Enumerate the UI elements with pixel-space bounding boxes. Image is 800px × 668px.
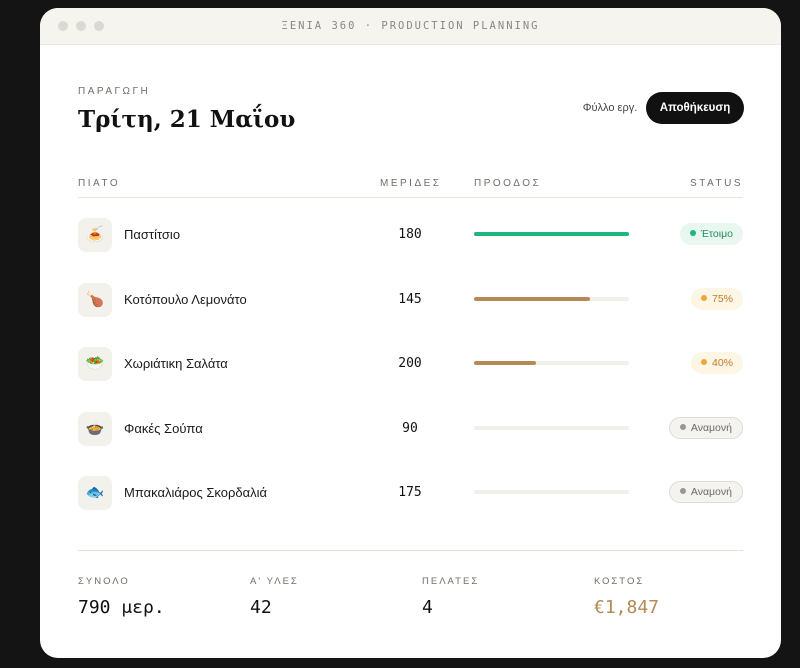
- status-dot-icon: [689, 230, 696, 236]
- table-row[interactable]: 🍝 Παστίτσιο 180 Έτοιμο: [78, 203, 743, 267]
- chicken-leg-icon: 🍗: [78, 282, 112, 317]
- status-label: 75%: [711, 292, 733, 305]
- progress-bar: [474, 361, 629, 365]
- status-badge: Έτοιμο: [679, 223, 743, 245]
- column-header-status: STATUS: [690, 178, 743, 189]
- pastitsio-icon: 🍝: [78, 218, 112, 252]
- materials-label: Α' ΥΛΕΣ: [250, 576, 299, 587]
- dish-name: Μπακαλιάρος Σκορδαλιά: [124, 485, 268, 500]
- status-dot-icon: [700, 359, 707, 365]
- total-label: ΣΥΝΟΛΟ: [78, 576, 130, 587]
- dish-name: Παστίτσιο: [124, 227, 181, 242]
- progress-bar: [474, 425, 629, 430]
- table-row[interactable]: 🥗 Χωριάτικη Σαλάτα 200 40%: [78, 332, 743, 396]
- progress-fill: [474, 296, 591, 301]
- status-label: Έτοιμο: [700, 228, 733, 240]
- status-badge: Αναμονή: [668, 416, 743, 439]
- table-row[interactable]: 🍲 Φακές Σούπα 90 Αναμονή: [78, 397, 743, 461]
- column-header-progress: ΠΡΟΟΔΟΣ: [474, 178, 542, 189]
- summary-divider: [78, 550, 743, 551]
- status-badge: 40%: [690, 352, 743, 374]
- status-badge: Αναμονή: [668, 481, 743, 503]
- app-window: ΞΕΝΙΑ 360 · PRODUCTION PLANNING ΠΑΡΑΓΩΓΗ…: [40, 8, 781, 658]
- column-header-dish: ΠΙΑΤΟ: [78, 178, 121, 189]
- soup-bowl-icon: 🍲: [78, 411, 112, 446]
- progress-fill: [474, 232, 629, 236]
- status-label: Αναμονή: [690, 421, 732, 434]
- total-value: 790 μερ.: [78, 597, 165, 618]
- portions-value: 180: [398, 227, 422, 242]
- portions-value: 90: [402, 420, 418, 436]
- portions-value: 145: [398, 291, 422, 307]
- status-label: 40%: [711, 357, 733, 369]
- clients-value: 4: [422, 597, 433, 618]
- progress-fill: [474, 361, 536, 365]
- dish-name: Κοτόπουλο Λεμονάτο: [124, 291, 247, 307]
- worksheet-link[interactable]: Φύλλο εργ.: [560, 92, 660, 124]
- status-dot-icon: [679, 488, 686, 494]
- materials-value: 42: [250, 597, 272, 618]
- fish-icon: 🐟: [78, 476, 112, 510]
- cost-label: ΚΟΣΤΟΣ: [594, 576, 645, 587]
- save-button[interactable]: Αποθήκευση: [646, 92, 744, 124]
- title-bar: ΞΕΝΙΑ 360 · PRODUCTION PLANNING: [40, 8, 781, 45]
- salad-icon: 🥗: [78, 347, 112, 381]
- page-title: Τρίτη, 21 Μαΐου: [78, 106, 296, 133]
- status-dot-icon: [679, 423, 686, 430]
- page-kicker: ΠΑΡΑΓΩΓΗ: [78, 86, 151, 97]
- status-dot-icon: [700, 294, 707, 301]
- dish-name: Χωριάτικη Σαλάτα: [124, 356, 228, 371]
- portions-value: 175: [398, 485, 422, 500]
- portions-value: 200: [398, 356, 422, 371]
- cost-value: €1,847: [594, 597, 660, 618]
- progress-bar: [474, 232, 629, 236]
- table-row[interactable]: 🍗 Κοτόπουλο Λεμονάτο 145 75%: [78, 268, 743, 332]
- status-label: Αναμονή: [690, 486, 732, 498]
- status-badge: 75%: [690, 287, 743, 310]
- column-header-portions: ΜΕΡΙΔΕΣ: [380, 178, 442, 189]
- progress-bar: [474, 490, 629, 494]
- dish-name: Φακές Σούπα: [124, 420, 203, 436]
- clients-label: ΠΕΛΑΤΕΣ: [422, 576, 480, 587]
- header-divider: [78, 197, 743, 198]
- window-title: ΞΕΝΙΑ 360 · PRODUCTION PLANNING: [281, 20, 540, 32]
- progress-bar: [474, 296, 629, 301]
- table-row[interactable]: 🐟 Μπακαλιάρος Σκορδαλιά 175 Αναμονή: [78, 461, 743, 525]
